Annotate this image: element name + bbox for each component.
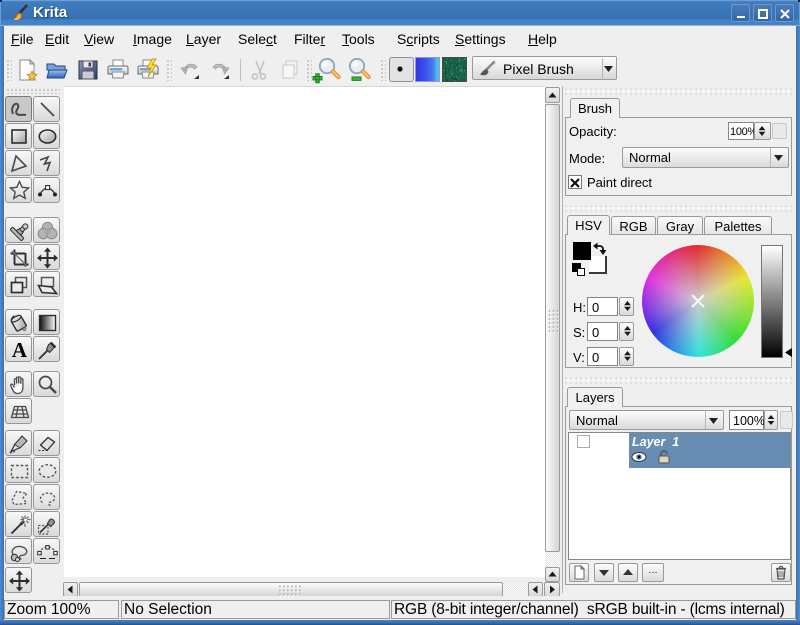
svg-text:A: A [12, 339, 28, 361]
